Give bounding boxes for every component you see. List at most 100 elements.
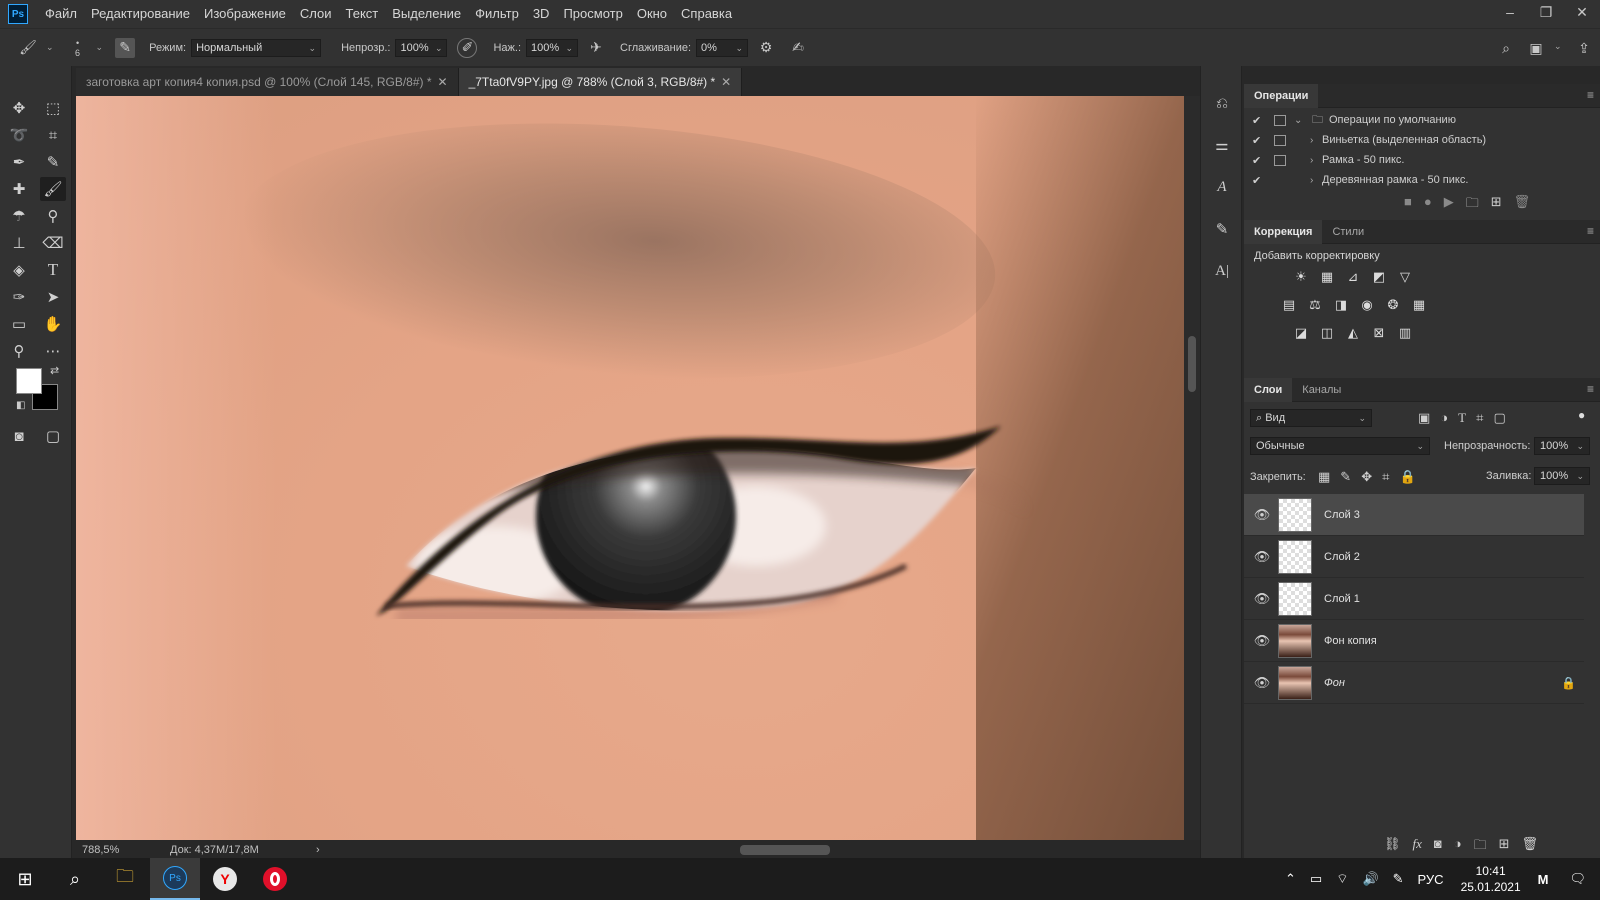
gradient-map-icon[interactable]: ▥ [1396,324,1414,342]
adjustment-filter-icon[interactable]: ◑ [1440,410,1448,426]
menu-view[interactable]: Просмотр [556,0,629,28]
image-canvas[interactable] [76,96,1184,840]
minimize-button[interactable]: – [1492,0,1528,24]
eye-icon[interactable]: 👁 [1250,675,1274,691]
rectangle-tool-icon[interactable]: ▭ [6,312,32,336]
new-group-folder-icon[interactable]: 🗀 [1474,836,1487,858]
chevron-right-icon[interactable]: › [1310,175,1322,186]
smart-object-filter-icon[interactable]: ▢ [1493,410,1505,426]
panel-menu-icon[interactable]: ≡ [1587,382,1594,396]
tab-layers[interactable]: Слои [1244,377,1293,402]
crop-tool-icon[interactable]: ⌗ [40,123,66,147]
menu-3d[interactable]: 3D [526,0,557,28]
zoom-level[interactable]: 788,5% [82,844,170,856]
tab-adjustments[interactable]: Коррекция [1244,219,1323,244]
trash-icon[interactable]: 🗑 [1514,194,1531,216]
chevron-right-icon[interactable]: › [1310,135,1322,146]
invert-icon[interactable]: ◪ [1292,324,1310,342]
layer-name[interactable]: Фон копия [1324,635,1377,647]
shape-filter-icon[interactable]: ⌗ [1476,410,1483,426]
mode-select[interactable]: Нормальный ⌄ [191,38,322,57]
foreground-color-swatch[interactable] [16,368,42,394]
screen-mode-icon[interactable]: ▢ [40,424,66,448]
yandex-browser-icon[interactable]: Y [200,858,250,900]
delete-layer-trash-icon[interactable]: 🗑 [1522,836,1539,858]
lock-pixels-icon[interactable]: ✎ [1340,469,1351,485]
lock-artboard-icon[interactable]: ⌗ [1382,469,1389,485]
brush-tool-icon[interactable]: 🖌 [40,177,66,201]
tab-actions[interactable]: Операции [1244,83,1319,108]
curves-icon[interactable]: ⊿ [1344,268,1362,286]
posterize-icon[interactable]: ◫ [1318,324,1336,342]
action-row[interactable]: ✔ › Рамка - 50 пикс. [1244,150,1584,170]
pixel-filter-icon[interactable]: ▣ [1418,410,1430,426]
pressure-opacity-icon[interactable]: ✐ [457,37,478,58]
menu-file[interactable]: Файл [38,0,84,28]
search-icon[interactable]: ⌕ [50,858,100,900]
hand-tool-icon[interactable]: ✋ [40,312,66,336]
color-balance-icon[interactable]: ⚖ [1306,296,1324,314]
character-panel-icon[interactable]: A [1209,174,1235,200]
lock-transparency-icon[interactable]: ▦ [1318,469,1330,485]
brush-tool-icon[interactable]: 🖌 [18,38,38,58]
panel-menu-icon[interactable]: ≡ [1587,224,1594,238]
new-set-folder-icon[interactable]: 🗀 [1466,194,1479,216]
menu-image[interactable]: Изображение [197,0,293,28]
properties-panel-icon[interactable]: ⚌ [1209,132,1235,158]
layer-row[interactable]: 👁 Слой 1 [1244,578,1584,620]
vertical-scroll-thumb[interactable] [1188,336,1196,392]
checkmark-icon[interactable]: ✔ [1252,174,1268,187]
clone-stamp-tool-icon[interactable]: ⊥ [6,231,32,255]
lock-position-icon[interactable]: ✥ [1361,469,1372,485]
layer-name[interactable]: Слой 2 [1324,551,1360,563]
action-row[interactable]: ✔ › Виньетка (выделенная область) [1244,130,1584,150]
layer-name[interactable]: Слой 3 [1324,509,1360,521]
share-icon[interactable]: ⇪ [1574,38,1594,58]
record-icon[interactable]: ● [1424,194,1432,216]
filter-toggle-icon[interactable]: ● [1578,408,1585,422]
add-mask-icon[interactable]: ◙ [1434,836,1442,858]
swap-colors-icon[interactable]: ⇄ [50,364,59,377]
tab-channels[interactable]: Каналы [1292,378,1351,402]
eye-icon[interactable]: 👁 [1250,549,1274,565]
path-selection-tool-icon[interactable]: ➤ [40,285,66,309]
brush-settings-panel-icon[interactable]: ✎ [115,37,136,58]
wifi-icon[interactable]: ⌔ [1329,871,1355,887]
layer-row[interactable]: 👁 Фон копия [1244,620,1584,662]
history-brush-tool-icon[interactable]: ☂ [6,204,32,228]
blend-mode-select[interactable]: Обычные ⌄ [1250,437,1430,455]
chevron-down-icon[interactable]: ⌄ [1294,115,1306,126]
layer-name[interactable]: Фон [1324,677,1345,689]
layer-row[interactable]: 👁 Слой 3 [1244,494,1584,536]
chevron-down-icon[interactable]: ⌄ [46,42,54,53]
layer-name[interactable]: Слой 1 [1324,593,1360,605]
opera-browser-icon[interactable] [250,858,300,900]
photo-filter-icon[interactable]: ◉ [1358,296,1376,314]
notifications-icon[interactable]: 🗨 [1555,871,1600,887]
checkmark-icon[interactable]: ✔ [1252,154,1268,167]
horizontal-scroll-thumb[interactable] [740,845,830,855]
dialog-toggle-icon[interactable] [1274,154,1286,166]
dodge-tool-icon[interactable]: ⚲ [40,204,66,228]
play-icon[interactable]: ▶ [1444,194,1454,216]
paint-bucket-tool-icon[interactable]: ◈ [6,258,32,282]
default-colors-icon[interactable]: ◧ [16,400,25,411]
menu-help[interactable]: Справка [674,0,739,28]
eyedropper-tool-icon[interactable]: ✒ [6,150,32,174]
chevron-down-icon[interactable]: ⌄ [96,42,104,53]
chevron-right-icon[interactable]: › [1310,155,1322,166]
vibrance-icon[interactable]: ▽ [1396,268,1414,286]
document-tab-1[interactable]: заготовка арт копия4 копия.psd @ 100% (С… [76,68,459,96]
fill-field[interactable]: 100% ⌄ [1534,467,1590,485]
brush-preset-picker[interactable]: • 6 [68,38,88,58]
close-button[interactable]: ✕ [1564,0,1600,24]
smoothing-settings-gear-icon[interactable]: ⚙ [756,38,776,58]
battery-icon[interactable]: ▭ [1303,871,1329,887]
selective-color-icon[interactable]: ⊠ [1370,324,1388,342]
horizontal-scrollbar[interactable] [320,840,1180,860]
menu-window[interactable]: Окно [630,0,674,28]
new-layer-icon[interactable]: ⊞ [1499,836,1510,858]
black-white-icon[interactable]: ◨ [1332,296,1350,314]
close-tab-icon[interactable]: ✕ [721,75,731,89]
input-language[interactable]: РУС [1411,872,1451,887]
